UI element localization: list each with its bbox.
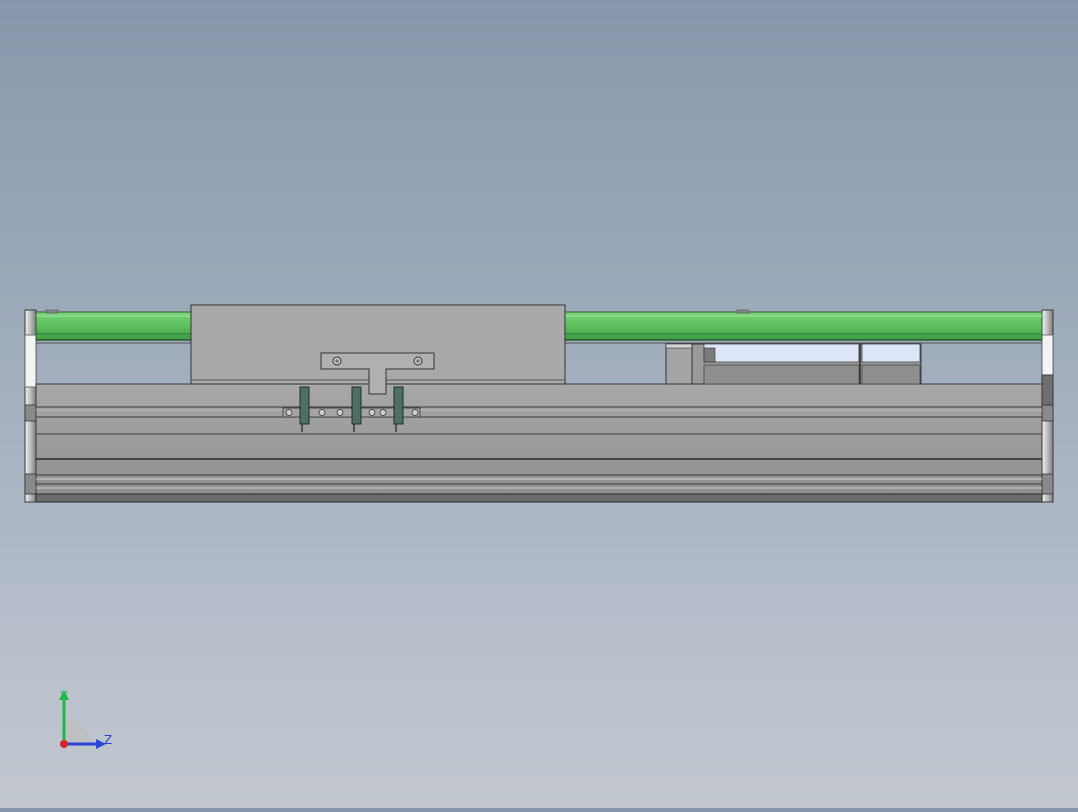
stopper-bracket[interactable]	[665, 343, 922, 385]
left-end-cap[interactable]	[24, 309, 37, 503]
sight-window	[861, 343, 921, 363]
y-axis-label: Y	[59, 689, 68, 703]
sight-window	[703, 343, 860, 363]
right-end-cap[interactable]	[1041, 309, 1054, 503]
bolt-center	[416, 359, 420, 363]
z-axis-label: Z	[104, 733, 112, 747]
bolt-center	[335, 359, 339, 363]
carriage-block[interactable]	[190, 304, 566, 395]
x-axis-dot-icon	[60, 740, 68, 748]
triad-plane-icon	[64, 718, 90, 744]
linear-module-model[interactable]	[0, 0, 1078, 808]
extrusion-body[interactable]	[35, 383, 1043, 503]
orientation-triad[interactable]: Y Z	[48, 684, 120, 756]
cad-graphics-viewport[interactable]	[0, 0, 1078, 808]
